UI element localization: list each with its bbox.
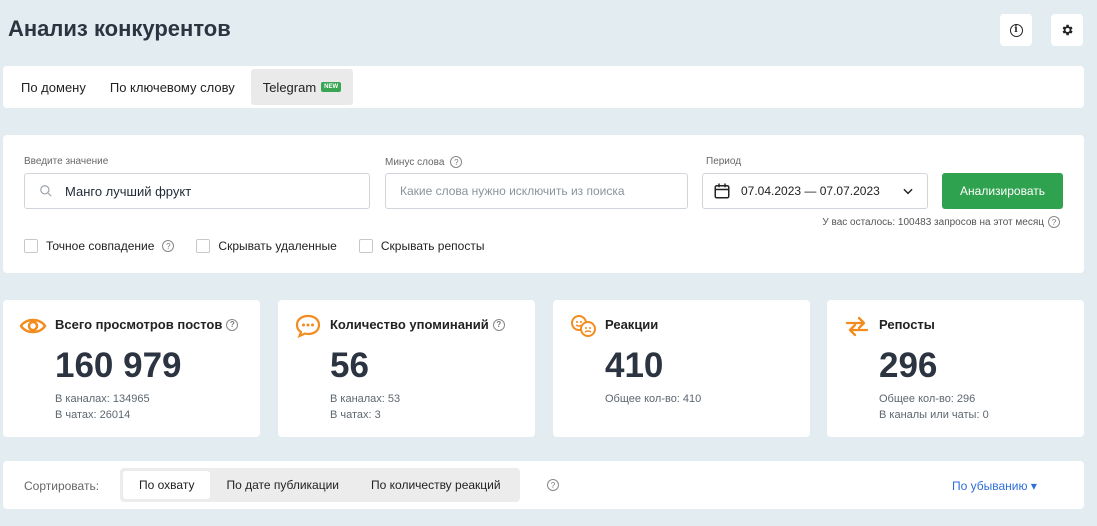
views-card: Всего просмотров постов ? 160 979 В кана… xyxy=(3,300,260,437)
card-title: Реакции xyxy=(605,317,658,332)
query-label: Введите значение xyxy=(24,156,109,167)
help-icon[interactable]: ? xyxy=(226,318,239,331)
card-details: В каналах: 134965 В чатах: 26014 xyxy=(55,391,150,423)
minus-label-wrap: Минус слова ? xyxy=(385,156,463,168)
chevron-down-icon xyxy=(903,188,913,195)
period-label: Период xyxy=(706,156,742,167)
checkbox[interactable] xyxy=(24,239,38,253)
tab-domain[interactable]: По домену xyxy=(9,69,98,105)
sort-by-date[interactable]: По дате публикации xyxy=(210,471,355,499)
period-select[interactable]: 07.04.2023 — 07.07.2023 xyxy=(702,173,928,209)
search-input-value: Манго лучший фрукт xyxy=(65,183,192,199)
caret-down-icon: ▾ xyxy=(1030,479,1037,493)
hide-deleted-label: Скрывать удаленные xyxy=(218,239,337,253)
card-title-text: Репосты xyxy=(879,317,935,332)
search-input[interactable]: Манго лучший фрукт xyxy=(24,173,370,209)
repost-icon xyxy=(845,316,869,337)
hide-reposts-checkbox[interactable]: Скрывать репосты xyxy=(358,239,485,253)
reposts-card: Репосты 296 Общее кол-во: 296 В каналы и… xyxy=(827,300,1084,437)
card-details: В каналах: 53 В чатах: 3 xyxy=(330,391,400,423)
card-value: 56 xyxy=(330,346,369,385)
card-title: Репосты xyxy=(879,317,935,332)
help-icon[interactable]: ? xyxy=(450,156,463,168)
gear-icon xyxy=(1062,24,1073,36)
card-details: Общее кол-во: 296 В каналы или чаты: 0 xyxy=(879,391,989,423)
page-title: Анализ конкурентов xyxy=(8,16,231,41)
chat-bubble-icon xyxy=(295,314,321,338)
new-badge: NEW xyxy=(321,82,342,92)
hide-deleted-checkbox[interactable]: Скрывать удаленные xyxy=(196,239,337,253)
checkbox[interactable] xyxy=(196,239,211,253)
card-title-text: Всего просмотров постов xyxy=(55,317,223,332)
minus-words-placeholder: Какие слова нужно исключить из поиска xyxy=(400,184,625,198)
help-icon[interactable]: ? xyxy=(1048,216,1060,228)
search-panel: Введите значение Минус слова ? Период Ма… xyxy=(3,135,1084,273)
help-icon[interactable]: ? xyxy=(547,479,559,491)
sort-order-dropdown[interactable]: По убыванию ▾ xyxy=(952,479,1037,493)
tab-telegram[interactable]: Telegram NEW xyxy=(250,69,354,105)
eye-icon xyxy=(19,318,47,334)
card-title: Количество упоминаний ? xyxy=(330,317,505,332)
card-title-text: Количество упоминаний xyxy=(330,317,489,332)
filter-checkboxes: Точное совпадение ? Скрывать удаленные С… xyxy=(24,239,484,253)
settings-button[interactable] xyxy=(1051,14,1083,46)
card-title-text: Реакции xyxy=(605,317,659,332)
analyze-button[interactable]: Анализировать xyxy=(942,173,1063,209)
checkbox[interactable] xyxy=(358,239,373,253)
exact-match-checkbox[interactable]: Точное совпадение ? xyxy=(24,239,175,253)
card-sub-line: Общее кол-во: 410 xyxy=(605,393,702,405)
card-title: Всего просмотров постов ? xyxy=(55,317,239,332)
quota-info: У вас осталось: 100483 запросов на этот … xyxy=(822,216,1060,228)
tab-keyword[interactable]: По ключевому слову xyxy=(98,69,247,105)
card-details: Общее кол-во: 410 xyxy=(605,391,701,407)
card-sub-line: В чатах: 26014 xyxy=(55,409,131,421)
sort-bar: Сортировать: По охвату По дате публикаци… xyxy=(3,461,1084,509)
minus-label: Минус слова xyxy=(385,156,445,168)
exact-match-label: Точное совпадение xyxy=(46,239,155,253)
card-value: 160 979 xyxy=(55,346,182,385)
sort-by-reach[interactable]: По охвату xyxy=(123,471,211,499)
emoji-icon xyxy=(571,315,596,337)
sort-by-reactions[interactable]: По количеству реакций xyxy=(355,471,517,499)
quota-text: У вас осталось: 100483 запросов на этот … xyxy=(822,216,1044,228)
help-icon[interactable]: ? xyxy=(162,240,175,252)
minus-words-input[interactable]: Какие слова нужно исключить из поиска xyxy=(385,173,688,209)
info-icon: i xyxy=(1009,23,1023,37)
period-value: 07.04.2023 — 07.07.2023 xyxy=(741,184,880,198)
sort-order-label: По убыванию xyxy=(952,479,1028,493)
calendar-icon xyxy=(714,183,730,199)
search-icon xyxy=(40,185,52,197)
card-sub-line: В каналы или чаты: 0 xyxy=(879,409,989,421)
sort-options: По охвату По дате публикации По количест… xyxy=(120,468,520,502)
mentions-card: Количество упоминаний ? 56 В каналах: 53… xyxy=(278,300,535,437)
tab-bar: По домену По ключевому слову Telegram NE… xyxy=(3,66,1084,108)
card-sub-line: В чатах: 3 xyxy=(330,409,381,421)
info-button[interactable]: i xyxy=(1000,14,1032,46)
card-sub-line: Общее кол-во: 296 xyxy=(879,393,976,405)
sort-label: Сортировать: xyxy=(24,479,100,493)
hide-reposts-label: Скрывать репосты xyxy=(380,239,485,253)
reactions-card: Реакции 410 Общее кол-во: 410 xyxy=(553,300,810,437)
card-value: 410 xyxy=(605,346,664,385)
card-sub-line: В каналах: 134965 xyxy=(55,393,150,405)
help-icon[interactable]: ? xyxy=(492,318,505,331)
card-sub-line: В каналах: 53 xyxy=(330,393,401,405)
card-value: 296 xyxy=(879,346,938,385)
tab-telegram-label: Telegram xyxy=(262,79,317,95)
